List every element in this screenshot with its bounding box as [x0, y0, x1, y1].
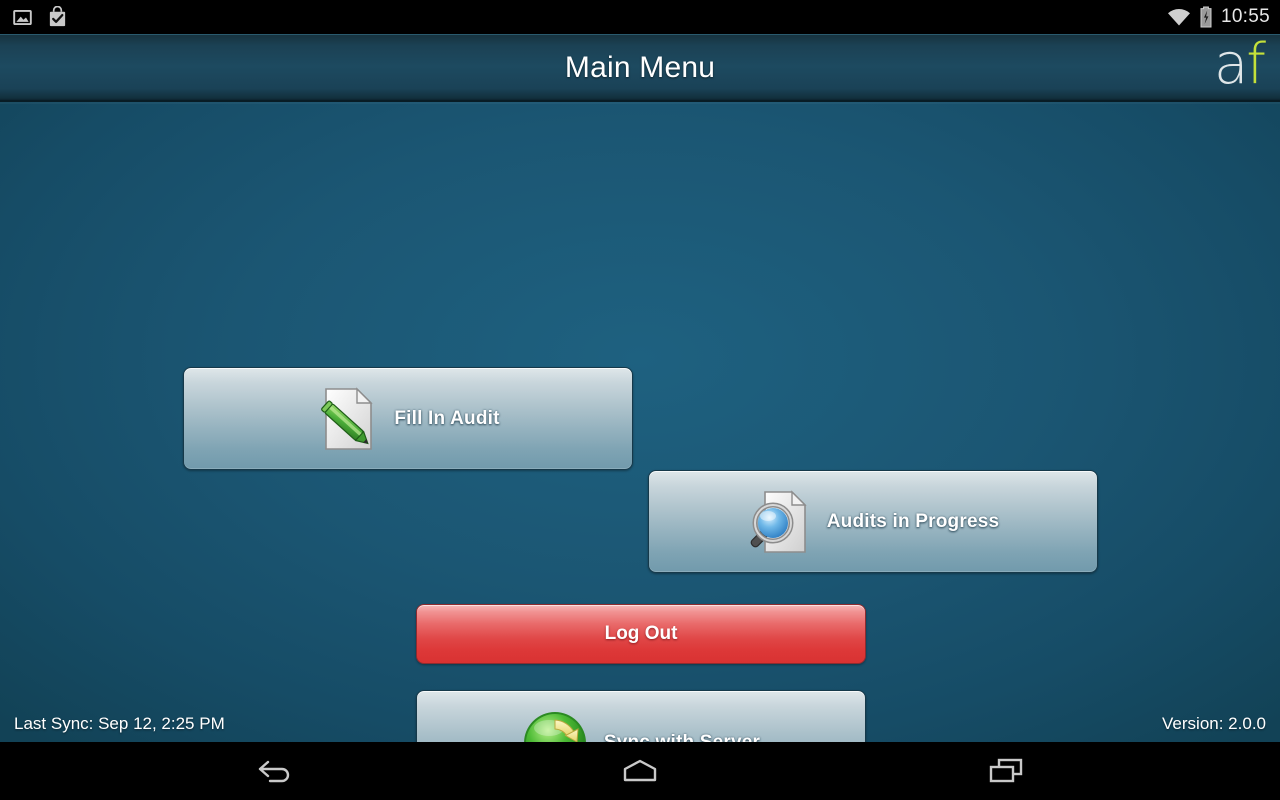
recent-apps-button[interactable] — [914, 742, 1097, 800]
app-logo: a f — [1214, 37, 1266, 93]
sync-refresh-icon — [522, 710, 588, 742]
status-bar-notifications — [12, 5, 68, 29]
android-status-bar: 10:55 — [0, 0, 1280, 34]
main-menu-content: Fill In Audit Audits in Progress Sync wi… — [0, 102, 1280, 742]
battery-charging-icon — [1199, 6, 1213, 28]
android-navigation-bar — [0, 742, 1280, 800]
app-title-bar: Main Menu a f — [0, 34, 1280, 102]
log-out-label: Log Out — [604, 623, 678, 644]
audits-in-progress-label: Audits in Progress — [826, 510, 1000, 532]
document-magnifier-icon — [747, 488, 811, 556]
status-bar-system: 10:55 — [1167, 6, 1270, 28]
log-out-button[interactable]: Log Out — [416, 604, 866, 664]
logo-letter-a: a — [1213, 32, 1249, 97]
fill-in-audit-button[interactable]: Fill In Audit — [183, 367, 633, 470]
android-screen: 10:55 Main Menu a f Fill In Audit Audits… — [0, 0, 1280, 800]
recent-apps-icon — [985, 756, 1027, 786]
document-pencil-icon — [316, 386, 378, 452]
checkbox-app-icon — [47, 5, 68, 29]
fill-in-audit-label: Fill In Audit — [394, 407, 500, 429]
version-text: Version: 2.0.0 — [1162, 714, 1266, 733]
wifi-icon — [1167, 8, 1191, 27]
last-sync-text: Last Sync: Sep 12, 2:25 PM — [14, 714, 225, 733]
back-button[interactable] — [183, 742, 366, 800]
status-bar-clock: 10:55 — [1220, 6, 1270, 27]
home-button[interactable] — [549, 742, 732, 800]
home-icon — [618, 756, 662, 786]
sync-with-server-label: Sync with Server — [603, 731, 761, 743]
back-icon — [254, 756, 294, 786]
gallery-icon — [12, 7, 33, 28]
page-title: Main Menu — [564, 50, 716, 84]
logo-letter-f: f — [1246, 32, 1266, 97]
sync-with-server-button[interactable]: Sync with Server — [416, 690, 866, 742]
audits-in-progress-button[interactable]: Audits in Progress — [648, 470, 1098, 573]
